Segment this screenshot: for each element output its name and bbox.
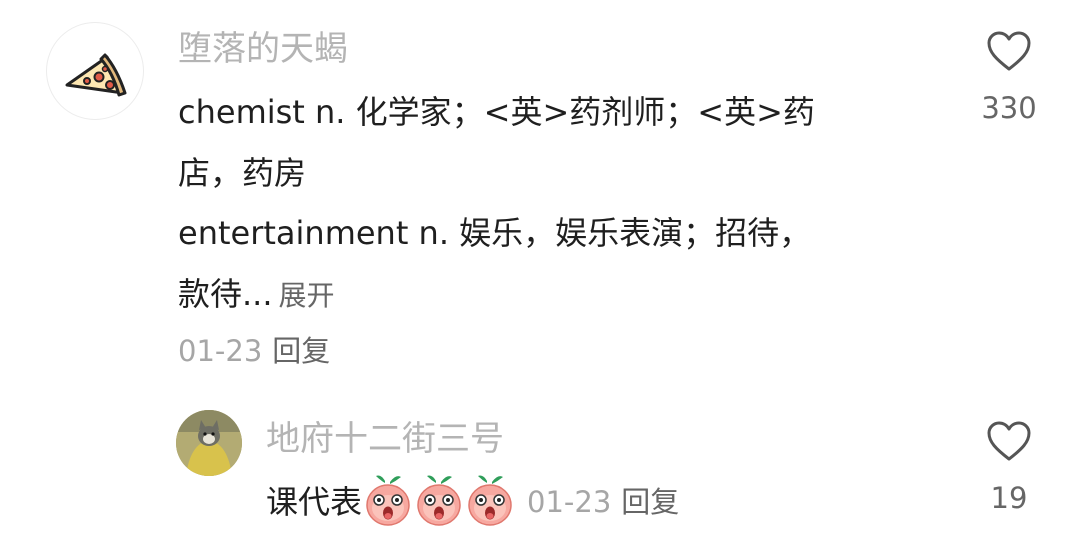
- reply-content: 课代表 01-23 回复: [266, 470, 679, 530]
- heart-outline-icon[interactable]: [986, 420, 1032, 462]
- cat-photo-avatar: [176, 410, 242, 476]
- comment-text: chemist n. 化学家；<英>药剂师；<英>药 店，药房 entertai…: [178, 82, 918, 326]
- reply-avatar[interactable]: [176, 410, 242, 476]
- comment-date: 01-23: [178, 334, 263, 368]
- comment-text-truncated: 款待...: [178, 274, 273, 313]
- reply-text: 课代表: [266, 483, 363, 521]
- comment-text-line-last: 款待... 展开: [178, 264, 918, 327]
- expand-button[interactable]: 展开: [279, 279, 335, 312]
- comment-text-line: chemist n. 化学家；<英>药剂师；<英>药: [178, 93, 815, 131]
- pizza-slice-icon: [65, 53, 127, 97]
- comment-meta: 01-23 回复: [178, 326, 330, 376]
- reply-like-count: 19: [990, 481, 1028, 515]
- reply-reply-button[interactable]: 回复: [621, 485, 679, 519]
- reply-button[interactable]: 回复: [272, 334, 330, 368]
- like-count: 330: [981, 91, 1037, 125]
- comment-thread: 堕落的天蝎 chemist n. 化学家；<英>药剂师；<英>药 店，药房 en…: [0, 0, 1080, 540]
- shocked-peach-emoji: [366, 475, 410, 526]
- avatar[interactable]: [46, 22, 144, 120]
- reply-meta: 01-23 回复: [527, 479, 679, 521]
- shocked-peach-emoji: [417, 475, 461, 526]
- reply-date: 01-23: [527, 485, 612, 519]
- comment-author[interactable]: 堕落的天蝎: [178, 24, 348, 74]
- reply-author[interactable]: 地府十二街三号: [266, 414, 504, 464]
- comment-text-line: entertainment n. 娱乐，娱乐表演；招待，: [178, 214, 812, 252]
- shocked-peach-emoji: [468, 475, 512, 526]
- comment-text-line: 店，药房: [178, 153, 307, 192]
- heart-outline-icon[interactable]: [986, 30, 1032, 72]
